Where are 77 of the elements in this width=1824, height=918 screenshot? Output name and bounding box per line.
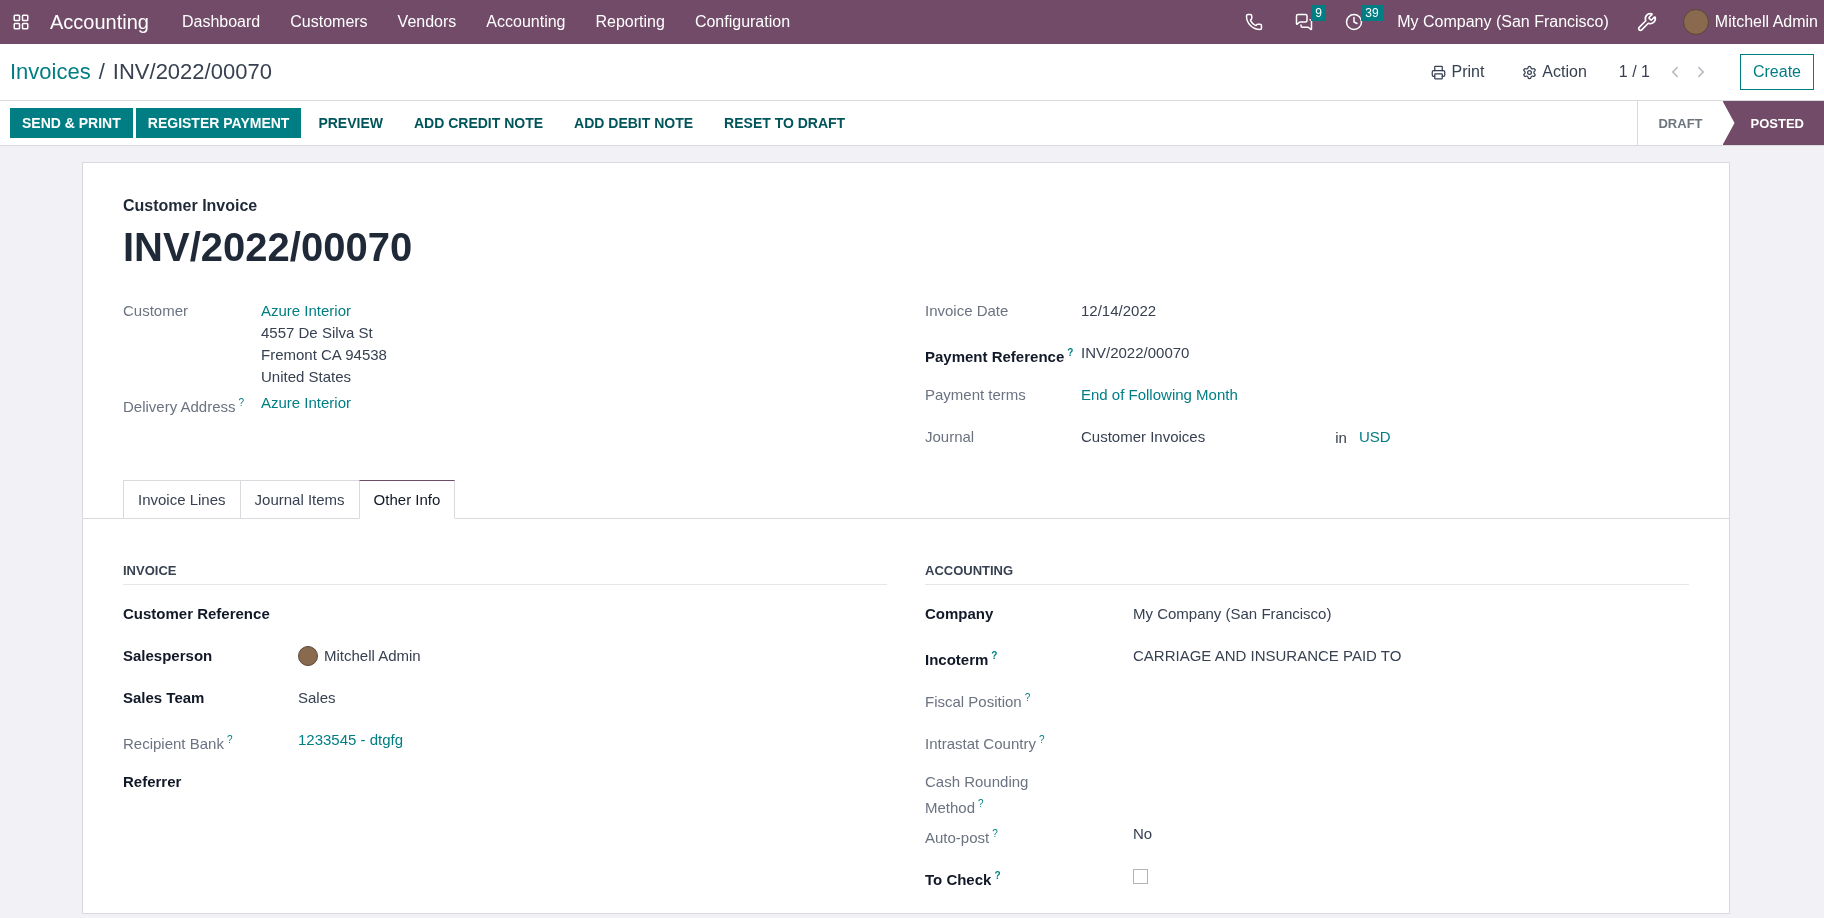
nav-menu-item[interactable]: Vendors xyxy=(382,13,472,31)
field-value: 12/14/2022 xyxy=(1081,301,1158,321)
address-line: Fremont CA 94538 xyxy=(261,345,388,365)
action-button[interactable]: ADD DEBIT NOTE xyxy=(560,108,708,138)
activity-count-badge: 39 xyxy=(1361,5,1383,21)
field-label: To Check $^{?}$ xyxy=(925,869,1002,890)
section-title: ACCOUNTING xyxy=(925,563,1689,585)
field-label: Intrastat Country $^{?}$ xyxy=(925,733,1046,754)
section-title: INVOICE xyxy=(123,563,887,585)
nav-menu-item[interactable]: Dashboard xyxy=(166,13,276,31)
field-label: Customer Reference xyxy=(123,604,271,624)
field-label: Invoice Date xyxy=(925,301,1010,321)
clock-icon[interactable] xyxy=(1345,13,1364,31)
field-link[interactable]: Azure Interior xyxy=(261,392,887,414)
field-label: Cash Rounding Method $^{?}$ xyxy=(925,772,1030,818)
field-label: Fiscal Position $^{?}$ xyxy=(925,691,1032,712)
field-value: Mitchell Admin xyxy=(324,646,421,666)
company-switcher[interactable]: My Company (San Francisco) xyxy=(1389,13,1617,31)
nav-menu-item[interactable]: Customers xyxy=(275,13,383,31)
field-label: Referrer xyxy=(123,772,183,792)
action-button[interactable]: RESET TO DRAFT xyxy=(710,108,860,138)
field-label: Recipient Bank $^{?}$ xyxy=(123,733,234,754)
form-tab[interactable]: Invoice Lines xyxy=(123,480,240,519)
status-stage[interactable]: POSTED xyxy=(1722,101,1824,145)
currency-link[interactable]: USD xyxy=(1358,426,1391,448)
breadcrumb-separator: / xyxy=(98,59,105,85)
breadcrumb-current: INV/2022/00070 xyxy=(112,59,272,85)
field-value: INV/2022/00070 xyxy=(1081,343,1191,363)
field-value: My Company (San Francisco) xyxy=(1133,604,1333,624)
document-type: Customer Invoice xyxy=(123,197,259,215)
field-label: Delivery Address $^{?}$ xyxy=(123,396,246,417)
action-button[interactable]: PREVIEW xyxy=(304,108,397,138)
field-link[interactable]: Azure Interior xyxy=(261,300,887,322)
form-tab[interactable]: Journal Items xyxy=(239,480,359,519)
printer-icon xyxy=(1431,64,1447,80)
nav-menu-item[interactable]: Reporting xyxy=(580,13,680,31)
breadcrumb-link[interactable]: Invoices xyxy=(10,59,91,85)
field-value: CARRIAGE AND INSURANCE PAID TO xyxy=(1133,646,1403,666)
create-button[interactable]: Create xyxy=(1739,54,1814,90)
field-label: Auto-post $^{?}$ xyxy=(925,827,999,848)
field-label: Payment terms xyxy=(925,385,1027,405)
action-button[interactable]: ADD CREDIT NOTE xyxy=(399,108,558,138)
action-button[interactable]: REGISTER PAYMENT xyxy=(135,108,302,138)
field-label: Customer xyxy=(123,301,190,321)
field-link[interactable]: 1233545 - dtgfg xyxy=(298,729,887,751)
pager-text: 1 / 1 xyxy=(1618,63,1650,81)
field-label: Company xyxy=(925,604,995,624)
chat-icon[interactable] xyxy=(1295,13,1314,31)
invoice-number: INV/2022/00070 xyxy=(123,225,414,270)
apps-menu-icon[interactable] xyxy=(12,13,30,31)
address-line: United States xyxy=(261,367,353,387)
field-label: Payment Reference $^{?}$ xyxy=(925,346,1075,367)
gear-icon xyxy=(1522,64,1538,80)
avatar-circle xyxy=(298,646,318,666)
nav-menu-item[interactable]: Configuration xyxy=(679,13,806,31)
wrench-icon[interactable] xyxy=(1636,12,1657,32)
status-stage[interactable]: DRAFT xyxy=(1638,101,1723,145)
field-label: Sales Team xyxy=(123,688,206,708)
user-name[interactable]: Mitchell Admin xyxy=(1714,13,1818,31)
field-value: Sales xyxy=(298,688,337,708)
print-button[interactable]: Print xyxy=(1425,62,1491,82)
field-value: Customer Invoices xyxy=(1081,427,1206,447)
field-link[interactable]: End of Following Month xyxy=(1081,384,1689,406)
message-count-badge: 9 xyxy=(1311,5,1326,21)
nav-menu-item[interactable]: Accounting xyxy=(471,13,581,31)
action-button[interactable]: Action xyxy=(1516,62,1593,82)
field-label: Salesperson xyxy=(123,646,214,666)
phone-icon[interactable] xyxy=(1245,13,1264,31)
address-line: 4557 De Silva St xyxy=(261,323,374,343)
checkbox[interactable] xyxy=(1133,869,1148,884)
action-button[interactable]: SEND & PRINT xyxy=(10,108,133,138)
field-label: Journal xyxy=(925,427,976,447)
app-name[interactable]: Accounting xyxy=(50,10,149,34)
field-label: Incoterm $^{?}$ xyxy=(925,649,999,670)
connector-text: in xyxy=(1335,428,1347,446)
form-tab[interactable]: Other Info xyxy=(358,480,456,519)
field-value: No xyxy=(1133,824,1154,844)
